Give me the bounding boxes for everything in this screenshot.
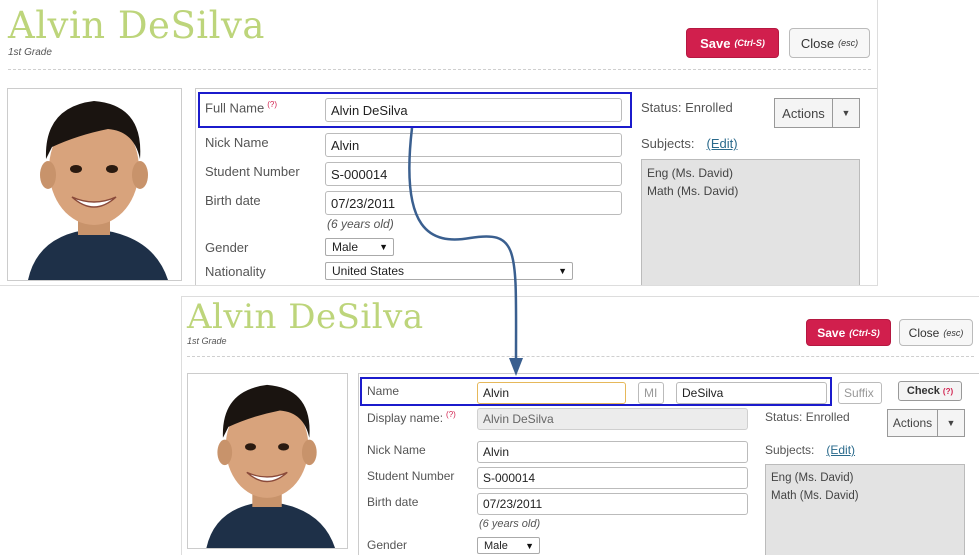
close-label: Close [908, 325, 940, 340]
display-name-label: Display name: (?) [367, 410, 456, 425]
nick-name-label: Nick Name [367, 443, 426, 457]
subjects-list: Eng (Ms. David) Math (Ms. David) [641, 159, 860, 285]
caret-down-icon: ▼ [379, 242, 388, 252]
edit-subjects-link[interactable]: (Edit) [706, 136, 737, 151]
actions-label: Actions [775, 99, 833, 127]
birth-date-label: Birth date [367, 495, 419, 509]
required-marker: (?) [942, 386, 954, 396]
student-photo-frame [7, 88, 182, 281]
actions-button[interactable]: Actions ▼ [887, 409, 965, 437]
subject-item: Eng (Ms. David) [647, 166, 734, 180]
edit-subjects-link[interactable]: (Edit) [826, 443, 855, 457]
student-number-input[interactable]: S-000014 [477, 467, 748, 489]
actions-button[interactable]: Actions ▼ [774, 98, 860, 128]
student-number-label: Student Number [205, 164, 300, 179]
close-shortcut: (esc) [943, 327, 964, 338]
save-shortcut: (Ctrl-S) [849, 327, 880, 338]
grade-label: 1st Grade [8, 47, 52, 58]
gender-value: Male [484, 539, 508, 552]
nationality-label: Nationality [205, 264, 266, 279]
gender-label: Gender [367, 538, 408, 552]
save-button[interactable]: Save (Ctrl-S) [686, 28, 779, 58]
header-divider [8, 69, 871, 70]
subject-item: Eng (Ms. David) [771, 472, 854, 484]
name-fields-highlight [360, 377, 832, 406]
nick-name-input[interactable]: Alvin [325, 133, 622, 157]
save-shortcut: (Ctrl-S) [734, 38, 765, 48]
birth-date-input[interactable]: 07/23/2011 [477, 493, 748, 515]
age-text: (6 years old) [479, 518, 541, 530]
student-number-label: Student Number [367, 469, 455, 483]
old-student-form: Alvin DeSilva 1st Grade Save (Ctrl-S) Clo… [0, 0, 878, 286]
caret-down-icon: ▼ [558, 266, 567, 276]
required-marker: (?) [446, 410, 456, 419]
age-text: (6 years old) [327, 217, 394, 231]
status-text: Status: Enrolled [641, 100, 733, 115]
birth-date-input[interactable]: 07/23/2011 [325, 191, 622, 215]
header-divider [187, 356, 974, 357]
nick-name-input[interactable]: Alvin [477, 441, 748, 463]
student-photo [188, 374, 347, 548]
birth-date-label: Birth date [205, 193, 261, 208]
subject-item: Math (Ms. David) [771, 490, 859, 502]
check-label: Check [906, 385, 940, 397]
subject-item: Math (Ms. David) [647, 184, 739, 198]
caret-down-icon[interactable]: ▼ [833, 99, 859, 127]
close-button[interactable]: Close (esc) [789, 28, 870, 58]
close-shortcut: (esc) [838, 38, 859, 48]
gender-label: Gender [205, 240, 249, 255]
gender-select[interactable]: Male ▼ [325, 238, 394, 256]
check-button[interactable]: Check (?) [898, 381, 962, 401]
subjects-list: Eng (Ms. David) Math (Ms. David) [765, 464, 965, 555]
status-text: Status: Enrolled [765, 410, 850, 424]
student-photo [8, 89, 181, 280]
close-label: Close [800, 35, 835, 51]
student-number-input[interactable]: S-000014 [325, 162, 622, 186]
close-button[interactable]: Close (esc) [899, 319, 973, 346]
new-student-form: Alvin DeSilva 1st Grade Save (Ctrl-S) Clo… [181, 296, 979, 555]
save-button[interactable]: Save (Ctrl-S) [806, 319, 891, 346]
save-label: Save [700, 35, 731, 51]
display-name-field: Alvin DeSilva [477, 408, 748, 430]
full-name-highlight [198, 92, 632, 128]
nationality-value: United States [332, 264, 405, 278]
gender-select[interactable]: Male ▼ [477, 537, 540, 554]
caret-down-icon: ▼ [525, 540, 534, 551]
caret-down-icon[interactable]: ▼ [938, 410, 964, 436]
subjects-label: Subjects: (Edit) [641, 136, 738, 151]
save-label: Save [817, 325, 846, 340]
grade-label: 1st Grade [187, 336, 227, 346]
nationality-select[interactable]: United States ▼ [325, 262, 573, 280]
student-photo-frame [187, 373, 348, 549]
gender-value: Male [332, 240, 359, 254]
actions-label: Actions [888, 410, 938, 436]
student-name-heading: Alvin DeSilva [187, 297, 424, 337]
subjects-label: Subjects: (Edit) [765, 443, 856, 457]
suffix-input[interactable]: Suffix [838, 382, 882, 404]
nick-name-label: Nick Name [205, 135, 269, 150]
student-name-heading: Alvin DeSilva [8, 4, 265, 47]
